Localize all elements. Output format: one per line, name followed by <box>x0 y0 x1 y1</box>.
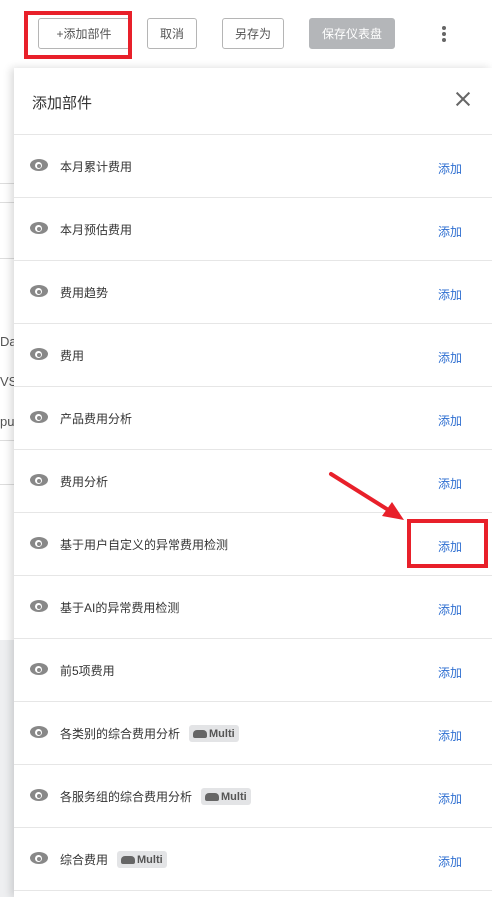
cloud-icon <box>121 855 136 864</box>
add-link[interactable]: 添加 <box>438 727 462 744</box>
annotation-highlight-box <box>407 519 488 568</box>
widget-label-text: 各服务组的综合费用分析 <box>60 790 193 804</box>
widget-label-text: 费用趋势 <box>60 286 109 300</box>
eye-icon[interactable] <box>30 159 48 171</box>
widget-label: 费用趋势 <box>60 284 108 301</box>
add-link[interactable]: 添加 <box>438 475 462 492</box>
cloud-icon <box>193 729 208 738</box>
widget-label: 前5项费用 <box>60 662 115 679</box>
eye-icon[interactable] <box>30 222 48 234</box>
cancel-button[interactable]: 取消 <box>147 18 197 49</box>
widget-list-item: 本月累计费用 添加 <box>14 135 492 198</box>
close-icon[interactable] <box>454 90 472 108</box>
add-link[interactable]: 添加 <box>438 664 462 681</box>
add-link[interactable]: 添加 <box>438 790 462 807</box>
widget-list-item: 产品费用分析 添加 <box>14 387 492 450</box>
eye-icon[interactable] <box>30 726 48 738</box>
add-link[interactable]: 添加 <box>438 853 462 870</box>
add-link[interactable]: 添加 <box>438 160 462 177</box>
widget-list-item: 本月预估费用 添加 <box>14 198 492 261</box>
widget-label-text: 前5项费用 <box>60 664 115 678</box>
eye-icon[interactable] <box>30 663 48 675</box>
eye-icon[interactable] <box>30 285 48 297</box>
eye-icon[interactable] <box>30 411 48 423</box>
widget-label-text: 本月累计费用 <box>60 160 133 174</box>
widget-list: 本月累计费用 添加 本月预估费用 添加 费用趋势 添加 费用 添加 产品费用分析 添加 费用分析 添加… <box>14 135 492 891</box>
add-link[interactable]: 添加 <box>438 286 462 303</box>
widget-label: 费用 <box>60 347 84 364</box>
divider <box>0 484 14 485</box>
add-widget-panel: 添加部件 本月累计费用 添加 本月预估费用 添加 费用趋势 添加 费用 添加 产品费用分析 添加费… <box>14 68 492 897</box>
widget-label: 产品费用分析 <box>60 410 132 427</box>
multi-badge: Multi <box>201 788 251 805</box>
multi-badge: Multi <box>117 851 167 868</box>
add-link[interactable]: 添加 <box>438 349 462 366</box>
widget-label-text: 产品费用分析 <box>60 412 133 426</box>
widget-label-text: 本月预估费用 <box>60 223 133 237</box>
widget-label-text: 各类别的综合费用分析 <box>60 727 181 741</box>
widget-label: 各类别的综合费用分析 Multi <box>60 725 239 742</box>
widget-label-text: 综合费用 <box>60 853 109 867</box>
eye-icon[interactable] <box>30 789 48 801</box>
eye-icon[interactable] <box>30 474 48 486</box>
widget-list-item: 费用趋势 添加 <box>14 261 492 324</box>
widget-list-item: 费用 添加 <box>14 324 492 387</box>
divider <box>0 258 14 259</box>
background-section <box>0 640 14 897</box>
widget-label: 费用分析 <box>60 473 108 490</box>
multi-badge-text: Multi <box>137 853 163 866</box>
widget-label: 综合费用 Multi <box>60 851 167 868</box>
widget-list-item: 费用分析 添加 <box>14 450 492 513</box>
widget-list-item: 基于AI的异常费用检测 添加 <box>14 576 492 639</box>
panel-header: 添加部件 <box>14 68 492 135</box>
widget-list-item: 前5项费用 添加 <box>14 639 492 702</box>
eye-icon[interactable] <box>30 537 48 549</box>
widget-label-text: 基于用户自定义的异常费用检测 <box>60 538 229 552</box>
annotation-arrow-icon <box>329 472 404 520</box>
divider <box>0 183 14 184</box>
eye-icon[interactable] <box>30 348 48 360</box>
add-link[interactable]: 添加 <box>438 601 462 618</box>
divider <box>0 202 14 203</box>
widget-list-item: 各服务组的综合费用分析 Multi 添加 <box>14 765 492 828</box>
save-dashboard-button[interactable]: 保存仪表盘 <box>309 18 395 49</box>
widget-label: 基于用户自定义的异常费用检测 <box>60 536 228 553</box>
eye-icon[interactable] <box>30 600 48 612</box>
multi-badge-text: Multi <box>221 790 247 803</box>
annotation-highlight-box <box>24 11 132 59</box>
background-text: pu <box>0 414 14 429</box>
widget-list-item: 综合费用 Multi 添加 <box>14 828 492 891</box>
multi-badge: Multi <box>189 725 239 742</box>
widget-label: 本月累计费用 <box>60 158 132 175</box>
widget-label-text: 费用 <box>60 349 85 363</box>
widget-label: 本月预估费用 <box>60 221 132 238</box>
widget-label-text: 费用分析 <box>60 475 109 489</box>
widget-label: 基于AI的异常费用检测 <box>60 599 179 616</box>
add-link[interactable]: 添加 <box>438 223 462 240</box>
widget-list-item: 各类别的综合费用分析 Multi 添加 <box>14 702 492 765</box>
widget-label-text: 基于AI的异常费用检测 <box>60 601 180 615</box>
eye-icon[interactable] <box>30 852 48 864</box>
background-text: Da <box>0 334 14 349</box>
add-link[interactable]: 添加 <box>438 412 462 429</box>
save-as-button[interactable]: 另存为 <box>222 18 284 49</box>
multi-badge-text: Multi <box>209 727 235 740</box>
kebab-menu-icon[interactable] <box>436 22 452 46</box>
cloud-icon <box>205 792 220 801</box>
divider <box>0 440 14 441</box>
panel-title: 添加部件 <box>32 95 93 112</box>
widget-label: 各服务组的综合费用分析 Multi <box>60 788 251 805</box>
background-text: VS <box>0 374 14 389</box>
